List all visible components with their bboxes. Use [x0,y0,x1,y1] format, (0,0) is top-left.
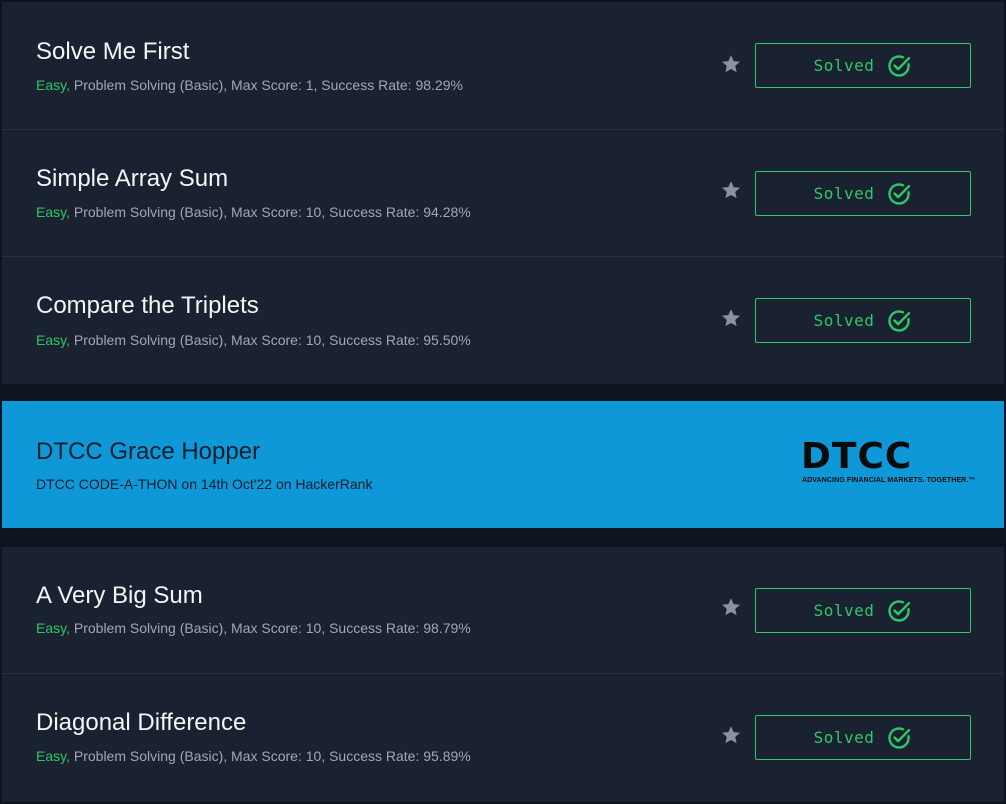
difficulty-label: Easy, [36,748,70,764]
star-icon[interactable] [720,53,742,75]
challenge-card[interactable]: Simple Array Sum Easy, Problem Solving (… [2,130,1004,256]
solved-label: Solved [813,728,875,747]
difficulty-label: Easy, [36,77,70,93]
difficulty-label: Easy, [36,620,70,636]
solved-button[interactable]: Solved [755,715,971,760]
challenge-meta: Easy, Problem Solving (Basic), Max Score… [36,620,471,636]
challenge-card[interactable]: A Very Big Sum Easy, Problem Solving (Ba… [2,547,1004,673]
challenge-card[interactable]: Compare the Triplets Easy, Problem Solvi… [2,257,1004,384]
solved-button[interactable]: Solved [755,43,971,88]
solved-button[interactable]: Solved [755,588,971,633]
logo-tagline: ADVANCING FINANCIAL MARKETS. TOGETHER.™ [802,477,976,484]
challenge-meta: Easy, Problem Solving (Basic), Max Score… [36,204,471,220]
challenge-title[interactable]: A Very Big Sum [36,582,203,610]
solved-label: Solved [813,601,875,620]
solved-button[interactable]: Solved [755,171,971,216]
challenge-meta: Easy, Problem Solving (Basic), Max Score… [36,332,471,348]
check-circle-icon [888,309,911,332]
promo-banner[interactable]: DTCC Grace Hopper DTCC CODE-A-THON on 14… [2,401,1004,528]
challenge-details: Problem Solving (Basic), Max Score: 10, … [69,332,471,348]
challenge-details: Problem Solving (Basic), Max Score: 10, … [69,204,471,220]
challenge-card[interactable]: Diagonal Difference Easy, Problem Solvin… [2,674,1004,802]
challenge-details: Problem Solving (Basic), Max Score: 1, S… [69,77,463,93]
star-icon[interactable] [720,724,742,746]
challenge-details: Problem Solving (Basic), Max Score: 10, … [69,620,471,636]
challenge-title[interactable]: Solve Me First [36,38,189,66]
solved-label: Solved [813,311,875,330]
check-circle-icon [888,182,911,205]
promo-subtitle: DTCC CODE-A-THON on 14th Oct'22 on Hacke… [36,476,373,492]
solved-button[interactable]: Solved [755,298,971,343]
dtcc-logo: DTCC ADVANCING FINANCIAL MARKETS. TOGETH… [801,436,975,487]
check-circle-icon [888,599,911,622]
difficulty-label: Easy, [36,332,70,348]
check-circle-icon [888,726,911,749]
difficulty-label: Easy, [36,204,70,220]
star-icon[interactable] [720,307,742,329]
challenge-card[interactable]: Solve Me First Easy, Problem Solving (Ba… [2,2,1004,129]
promo-title[interactable]: DTCC Grace Hopper [36,438,260,466]
logo-wordmark: DTCC [801,436,913,477]
solved-label: Solved [813,56,875,75]
challenge-title[interactable]: Simple Array Sum [36,165,228,193]
challenge-meta: Easy, Problem Solving (Basic), Max Score… [36,748,471,764]
star-icon[interactable] [720,179,742,201]
challenge-details: Problem Solving (Basic), Max Score: 10, … [69,748,471,764]
star-icon[interactable] [720,596,742,618]
check-circle-icon [888,54,911,77]
challenge-title[interactable]: Compare the Triplets [36,292,259,320]
solved-label: Solved [813,184,875,203]
challenge-meta: Easy, Problem Solving (Basic), Max Score… [36,77,463,93]
challenge-title[interactable]: Diagonal Difference [36,709,246,737]
